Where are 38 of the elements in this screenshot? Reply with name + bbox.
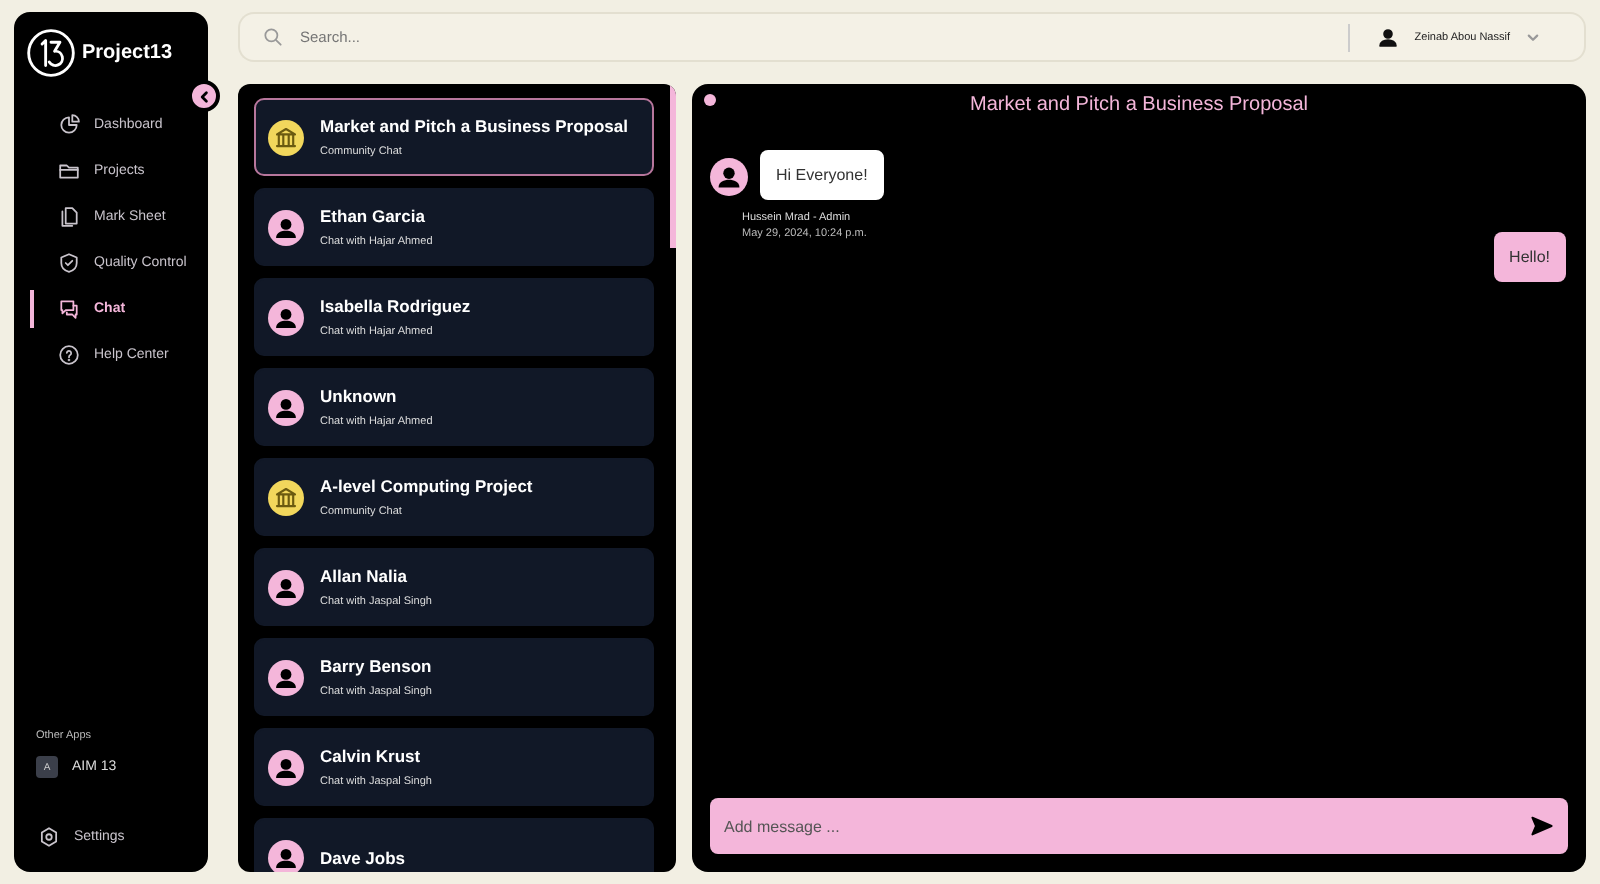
chat-title: Ethan Garcia [320, 206, 427, 226]
chat-title: A-level Computing Project [320, 476, 533, 496]
logo-icon [26, 28, 76, 78]
conversation-title: Market and Pitch a Business Proposal [968, 94, 1310, 116]
message-bubble: Hi Everyone! [760, 150, 884, 200]
chevron-left-icon [197, 89, 211, 103]
chat-title: Dave Jobs [320, 847, 406, 867]
pie-chart-icon [58, 114, 80, 136]
conversation-item[interactable]: Dave Jobs [254, 818, 654, 872]
bank-icon [268, 119, 304, 155]
person-avatar-icon [710, 158, 748, 196]
chat-title: Unknown [320, 386, 399, 406]
chat-bubbles-icon [58, 298, 80, 320]
brand-name: Project13 [82, 42, 173, 64]
chat-title: Isabella Rodriguez [320, 296, 471, 316]
person-avatar-icon [268, 299, 304, 335]
chat-title: Allan Nalia [320, 566, 409, 586]
person-avatar-icon [268, 569, 304, 605]
help-icon [58, 344, 80, 366]
message-bubble: Hello! [1493, 232, 1566, 282]
bank-icon [268, 479, 304, 515]
chat-title: Barry Benson [320, 656, 432, 676]
person-avatar-icon [268, 659, 304, 695]
message-field[interactable]: Add message ... [710, 798, 1568, 854]
person-avatar-icon [268, 749, 304, 785]
scrollbar[interactable] [670, 84, 676, 248]
settings-icon [38, 826, 60, 848]
chat-title: Market and Pitch a Business Proposal [320, 116, 628, 136]
documents-icon [58, 206, 80, 228]
send-icon[interactable] [1530, 814, 1554, 838]
status-dot [704, 94, 716, 106]
shield-icon [58, 252, 80, 274]
person-avatar-icon [268, 209, 304, 245]
folder-icon [58, 160, 80, 182]
collapse-button[interactable] [188, 80, 220, 112]
chat-title: Calvin Krust [320, 746, 423, 766]
person-avatar-icon [268, 389, 304, 425]
person-avatar-icon [268, 839, 304, 872]
